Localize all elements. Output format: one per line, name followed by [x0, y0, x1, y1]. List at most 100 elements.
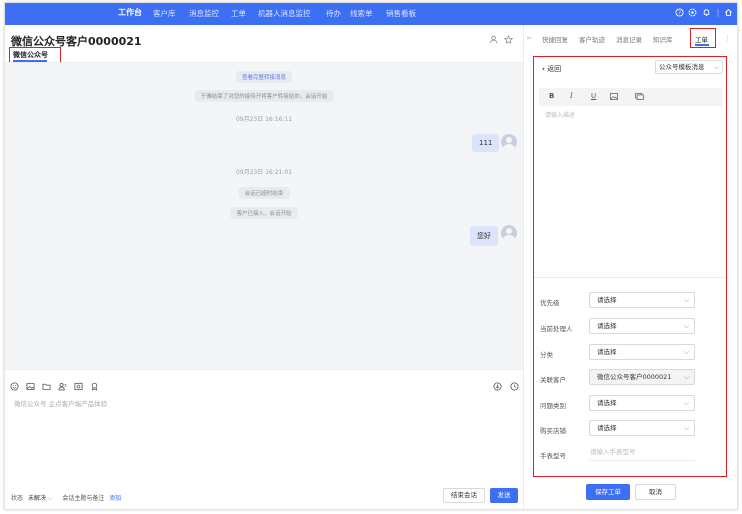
status-dropdown[interactable]: 未解决 ⌵ — [28, 495, 53, 502]
editor-placeholder: 请输入描述 — [545, 112, 576, 119]
back-label: 返回 — [547, 65, 562, 73]
store-value: 请选择 — [597, 424, 617, 432]
chat-message-area[interactable]: 查看完整转接消息 于雅结束了对您的接待开将客户转接给你，会话开始 09月23日 … — [5, 63, 523, 369]
nav-item-message-monitor[interactable]: 消息监控 — [189, 8, 219, 19]
template-select[interactable]: 公众号模板消息 ⌵ — [655, 60, 723, 74]
priority-select[interactable]: 请选择 ⌵ — [589, 292, 695, 308]
linked-customer-select: 微信公众号客户0000021 ⌵ — [589, 369, 695, 385]
nav-item-leads[interactable]: 线索单 — [350, 8, 373, 19]
store-label: 购买店铺 — [540, 427, 566, 435]
folder-icon[interactable] — [42, 382, 51, 391]
star-icon[interactable] — [503, 34, 514, 47]
nav-item-todo[interactable]: 待办 — [326, 8, 341, 19]
emoji-icon[interactable] — [10, 382, 19, 391]
home-icon[interactable] — [723, 8, 733, 18]
tab-message-records[interactable]: 消息记录 — [616, 34, 642, 44]
chevron-down-icon: ⌵ — [47, 495, 53, 502]
notification-icon[interactable] — [701, 8, 711, 18]
help-icon[interactable]: ? — [674, 8, 684, 18]
priority-value: 请选择 — [597, 296, 617, 304]
editor-toolbar: B I U — [539, 88, 722, 106]
category-value: 请选择 — [597, 348, 617, 356]
screenshot-icon[interactable] — [74, 382, 83, 391]
chevron-down-icon: ⌵ — [683, 322, 689, 330]
nav-item-tickets[interactable]: 工单 — [231, 8, 246, 19]
watch-model-input[interactable]: 请输入手表型号 — [589, 445, 695, 461]
download-icon[interactable] — [493, 382, 502, 391]
rich-text-editor[interactable]: B I U 请输入描述 — [539, 88, 722, 280]
underline-icon[interactable]: U — [591, 92, 596, 100]
outgoing-message-bubble: 您好 — [470, 226, 498, 246]
system-message: 会话已超时结束 — [238, 187, 290, 199]
history-icon[interactable] — [510, 382, 519, 391]
chevron-down-icon: ⌵ — [683, 348, 689, 356]
collapse-icon[interactable]: ⇤ — [527, 34, 532, 42]
bold-icon[interactable]: B — [549, 92, 554, 100]
assignee-select[interactable]: 请选择 ⌵ — [589, 318, 695, 334]
insert-image-icon[interactable] — [610, 93, 618, 102]
category-label: 分类 — [540, 351, 553, 359]
send-button[interactable]: 发送 — [490, 488, 518, 503]
outgoing-message-bubble: 111 — [472, 134, 500, 152]
app-window: 工作台 客户库 消息监控 工单 机器人消息监控 待办 线索单 销售看板 ? | … — [4, 2, 738, 510]
priority-label: 优先级 — [540, 299, 560, 307]
nav-item-workbench[interactable]: 工作台 — [118, 7, 142, 18]
message-input[interactable]: 微信公众号 企点客户端产品体验 — [14, 398, 107, 408]
store-select[interactable]: 请选择 ⌵ — [589, 420, 695, 436]
chevron-down-icon: ⌵ — [683, 296, 689, 304]
save-ticket-button[interactable]: 保存工单 — [586, 484, 630, 500]
system-message: 于雅结束了对您的接待开将客户转接给你，会话开始 — [194, 90, 334, 102]
chevron-down-icon: ⌵ — [683, 424, 689, 432]
award-icon[interactable] — [90, 382, 99, 391]
issue-type-value: 请选择 — [597, 399, 617, 407]
message-timestamp: 09月23日 16:21:01 — [235, 169, 293, 176]
issue-type-select[interactable]: 请选择 ⌵ — [589, 395, 695, 411]
topic-label: 会话主题与备注 — [62, 495, 105, 502]
nav-item-customers[interactable]: 客户库 — [153, 8, 176, 19]
linked-customer-label: 关联客户 — [540, 376, 566, 384]
insert-link-icon[interactable] — [635, 93, 644, 102]
channel-tab[interactable]: 微信公众号 — [9, 47, 61, 63]
separator-bar-icon: | — [716, 8, 720, 17]
cancel-button[interactable]: 取消 — [635, 484, 676, 500]
chevron-down-icon: ⌵ — [683, 373, 689, 381]
nav-item-sales-board[interactable]: 销售看板 — [386, 8, 416, 19]
back-button[interactable]: ‹ 返回 — [542, 64, 561, 74]
end-session-button[interactable]: 结束会话 — [443, 488, 485, 503]
tab-quick-reply[interactable]: 快捷回复 — [542, 34, 568, 44]
editor-divider — [534, 277, 726, 278]
agent-avatar — [501, 225, 517, 241]
panel-divider — [523, 25, 524, 509]
user-icon[interactable] — [489, 35, 498, 47]
composer-divider — [5, 369, 523, 370]
view-history-link[interactable]: 查看完整转接消息 — [235, 71, 293, 83]
agent-avatar — [501, 134, 517, 150]
top-nav: 工作台 客户库 消息监控 工单 机器人消息监控 待办 线索单 销售看板 ? | — [5, 3, 737, 25]
tab-underline — [695, 44, 709, 46]
chevron-left-icon: ‹ — [542, 65, 545, 73]
channel-tab-label: 微信公众号 — [13, 51, 48, 59]
ticket-form-panel: ‹ 返回 公众号模板消息 ⌵ B I U 请输入描述 优先级 请选择 ⌵ 当前处… — [533, 56, 727, 477]
system-message: 客户已接入，会话开始 — [230, 207, 298, 219]
message-timestamp: 09月23日 16:16:11 — [235, 116, 293, 123]
status-bar: 状态 未解决 ⌵ 会话主题与备注 添加 — [11, 493, 121, 503]
status-label: 状态 — [11, 495, 24, 502]
settings-icon[interactable] — [687, 8, 697, 18]
image-icon[interactable] — [26, 382, 35, 391]
nav-item-bot-monitor[interactable]: 机器人消息监控 — [258, 8, 311, 19]
add-topic-link[interactable]: 添加 — [109, 495, 121, 502]
more-icon[interactable]: ⋮ — [724, 34, 731, 42]
tab-customer-trail[interactable]: 客户轨迹 — [579, 34, 605, 44]
template-select-value: 公众号模板消息 — [659, 63, 705, 71]
user-card-icon[interactable] — [58, 382, 67, 391]
italic-icon[interactable]: I — [570, 92, 573, 100]
linked-customer-value: 微信公众号客户0000021 — [597, 373, 672, 381]
issue-type-label: 问题类别 — [540, 402, 566, 410]
chevron-down-icon: ⌵ — [714, 63, 719, 71]
status-value: 未解决 — [27, 495, 46, 502]
tab-knowledge-base[interactable]: 知识库 — [653, 34, 673, 44]
category-select[interactable]: 请选择 ⌵ — [589, 344, 695, 360]
svg-text:?: ? — [678, 11, 681, 17]
watch-model-label: 手表型号 — [540, 452, 566, 460]
assignee-label: 当前处理人 — [540, 325, 573, 333]
